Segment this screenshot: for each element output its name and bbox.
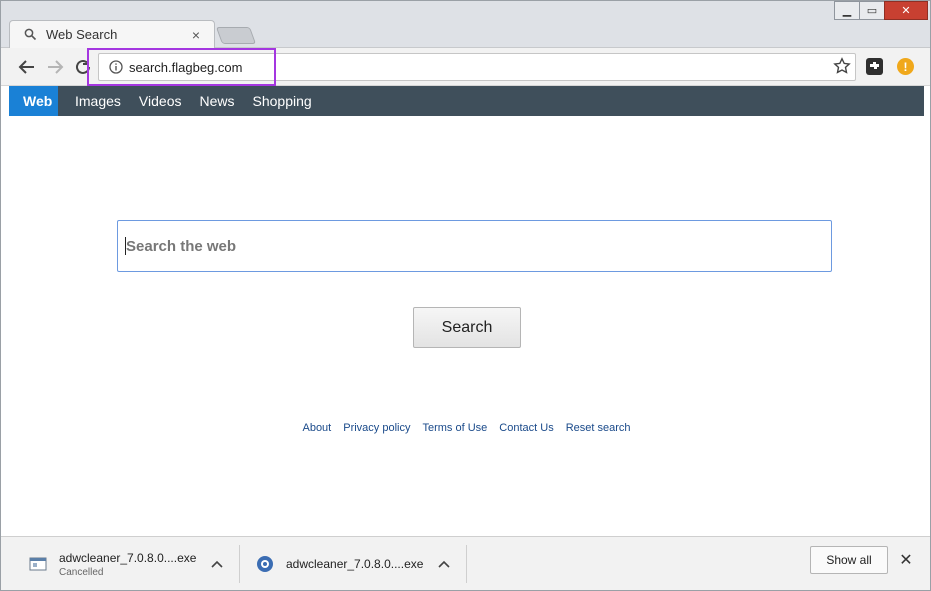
reload-icon <box>76 59 90 74</box>
footer-link-contact-us[interactable]: Contact Us <box>499 422 553 434</box>
download-shelf: adwcleaner_7.0.8.0....exe Cancelled adwc… <box>1 536 930 590</box>
footer-link-terms-of-use[interactable]: Terms of Use <box>422 422 487 434</box>
reload-button[interactable] <box>73 57 93 77</box>
search-box[interactable] <box>117 220 832 272</box>
tab-content: Web Search × <box>23 21 203 48</box>
chevron-up-icon[interactable] <box>437 557 451 571</box>
maximize-button[interactable]: ▭ <box>859 1 885 20</box>
browser-toolbar: search.flagbeg.com ! <box>1 48 930 86</box>
chevron-up-icon[interactable] <box>210 557 224 571</box>
forward-arrow-icon <box>48 60 64 74</box>
footer-link-privacy-policy[interactable]: Privacy policy <box>343 422 410 434</box>
window-close-button[interactable]: ✕ <box>884 1 928 20</box>
footer-link-reset-search[interactable]: Reset search <box>566 422 631 434</box>
browser-window: Web Search × ▁ ▭ ✕ search.flagbeg.com ! … <box>0 0 931 591</box>
nav-item-shopping[interactable]: Shopping <box>244 86 321 116</box>
footer-links: About Privacy policy Terms of Use Contac… <box>9 422 924 434</box>
forward-button[interactable] <box>45 57 65 77</box>
nav-item-images[interactable]: Images <box>66 86 130 116</box>
download-separator <box>466 545 467 583</box>
download-item[interactable]: adwcleaner_7.0.8.0....exe <box>256 537 451 591</box>
new-tab-button[interactable] <box>215 27 257 44</box>
search-category-nav: Web Images Videos News Shopping <box>9 86 924 116</box>
nav-item-web[interactable]: Web <box>9 86 58 116</box>
search-input[interactable] <box>126 237 831 255</box>
footer-link-about[interactable]: About <box>302 422 331 434</box>
window-controls: ▁ ▭ ✕ <box>834 1 928 21</box>
nav-item-news[interactable]: News <box>190 86 243 116</box>
download-status: Cancelled <box>59 566 104 578</box>
file-icon <box>29 557 47 571</box>
tab-title: Web Search <box>46 27 118 42</box>
download-text: adwcleaner_7.0.8.0....exe <box>286 557 423 571</box>
minimize-button[interactable]: ▁ <box>834 1 860 20</box>
show-all-button[interactable]: Show all <box>810 546 888 574</box>
download-filename: adwcleaner_7.0.8.0....exe <box>286 557 424 571</box>
tab-strip: Web Search × ▁ ▭ ✕ <box>1 1 930 49</box>
download-separator <box>239 545 240 583</box>
puzzle-icon <box>870 62 879 69</box>
download-text: adwcleaner_7.0.8.0....exe Cancelled <box>59 551 196 578</box>
back-arrow-icon <box>18 60 34 74</box>
url-text[interactable]: search.flagbeg.com <box>129 60 242 75</box>
info-icon[interactable] <box>109 60 123 74</box>
download-item[interactable]: adwcleaner_7.0.8.0....exe Cancelled <box>29 537 224 591</box>
page-content: Search About Privacy policy Terms of Use… <box>9 116 924 536</box>
tab-close-icon[interactable]: × <box>189 28 203 42</box>
extension-icon[interactable] <box>866 58 883 75</box>
close-icon[interactable]: ✕ <box>897 551 915 569</box>
nav-item-videos[interactable]: Videos <box>130 86 191 116</box>
back-button[interactable] <box>17 57 37 77</box>
search-icon <box>23 28 37 42</box>
installer-icon <box>257 556 273 572</box>
alert-icon[interactable]: ! <box>897 58 914 75</box>
bookmark-star-icon[interactable] <box>833 57 851 75</box>
address-bar[interactable]: search.flagbeg.com <box>98 53 856 81</box>
search-button[interactable]: Search <box>413 307 521 348</box>
download-filename: adwcleaner_7.0.8.0....exe <box>59 550 197 565</box>
